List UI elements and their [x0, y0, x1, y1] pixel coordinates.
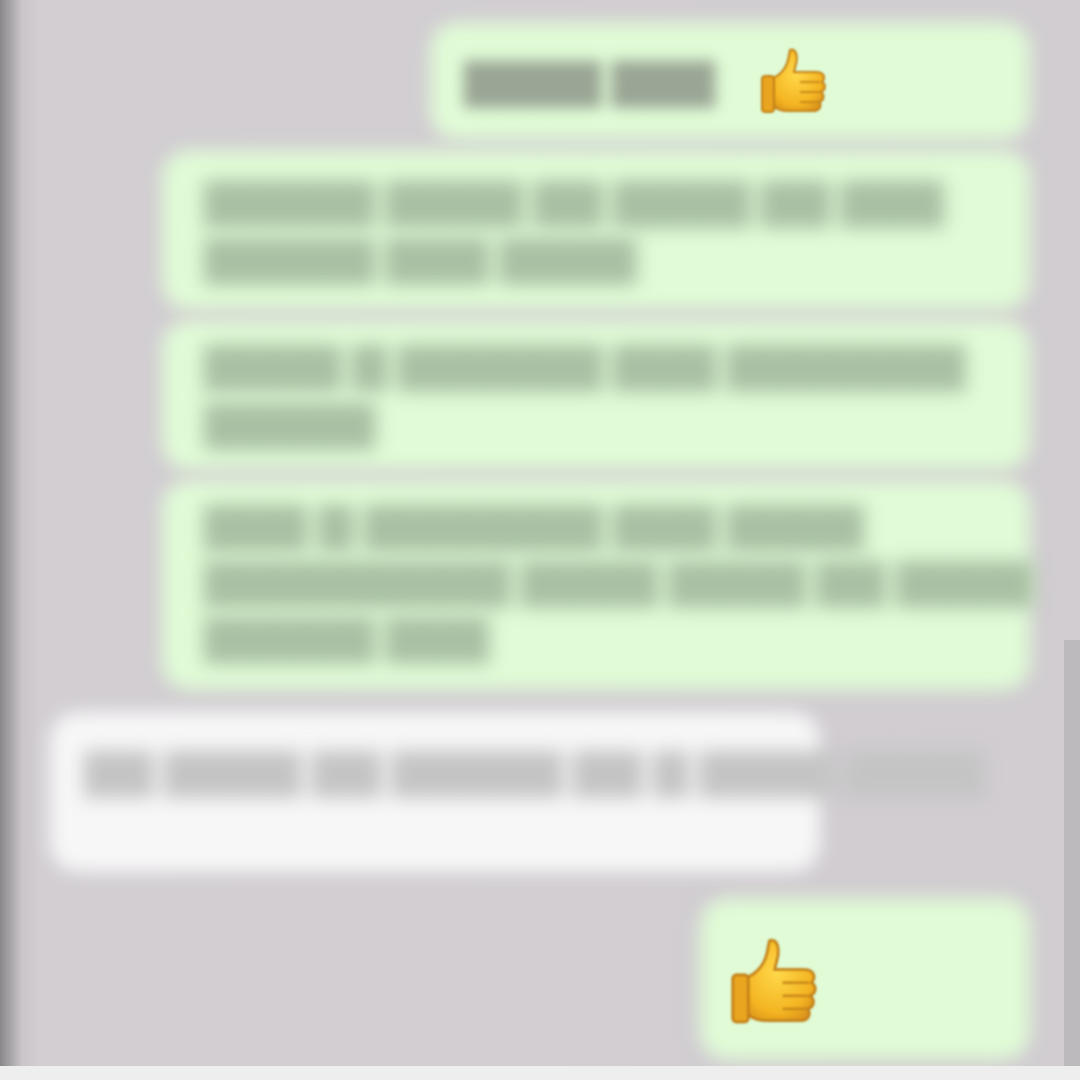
message-text-visible: ▇▇▇▇▇	[205, 399, 375, 448]
message-text-visible: ▇▇ ▇▇▇▇ ▇▇ ▇▇▇▇▇ ▇▇ ▇ ▇▇▇▇ ▇▇▇▇	[85, 747, 983, 796]
message-text-visible: ▇▇▇▇▇ ▇▇▇ ▇▇▇▇	[205, 234, 636, 283]
chat-view: ᅟᅟ ᅟᅟ ▇▇▇▇ ▇▇▇ ▇▇▇▇▇ ▇▇▇▇ ▇▇ ▇▇▇▇ ▇▇ ▇▇▇…	[0, 0, 1080, 1080]
thumbs-up-icon	[760, 44, 830, 116]
scroll-edge	[1064, 640, 1080, 1080]
message-text-visible: ▇▇▇▇ ▇▇▇	[465, 57, 715, 106]
message-text-visible: ▇▇▇▇▇ ▇▇▇	[205, 613, 488, 662]
bottom-bar	[0, 1066, 1080, 1080]
thumbs-up-icon	[730, 932, 822, 1028]
